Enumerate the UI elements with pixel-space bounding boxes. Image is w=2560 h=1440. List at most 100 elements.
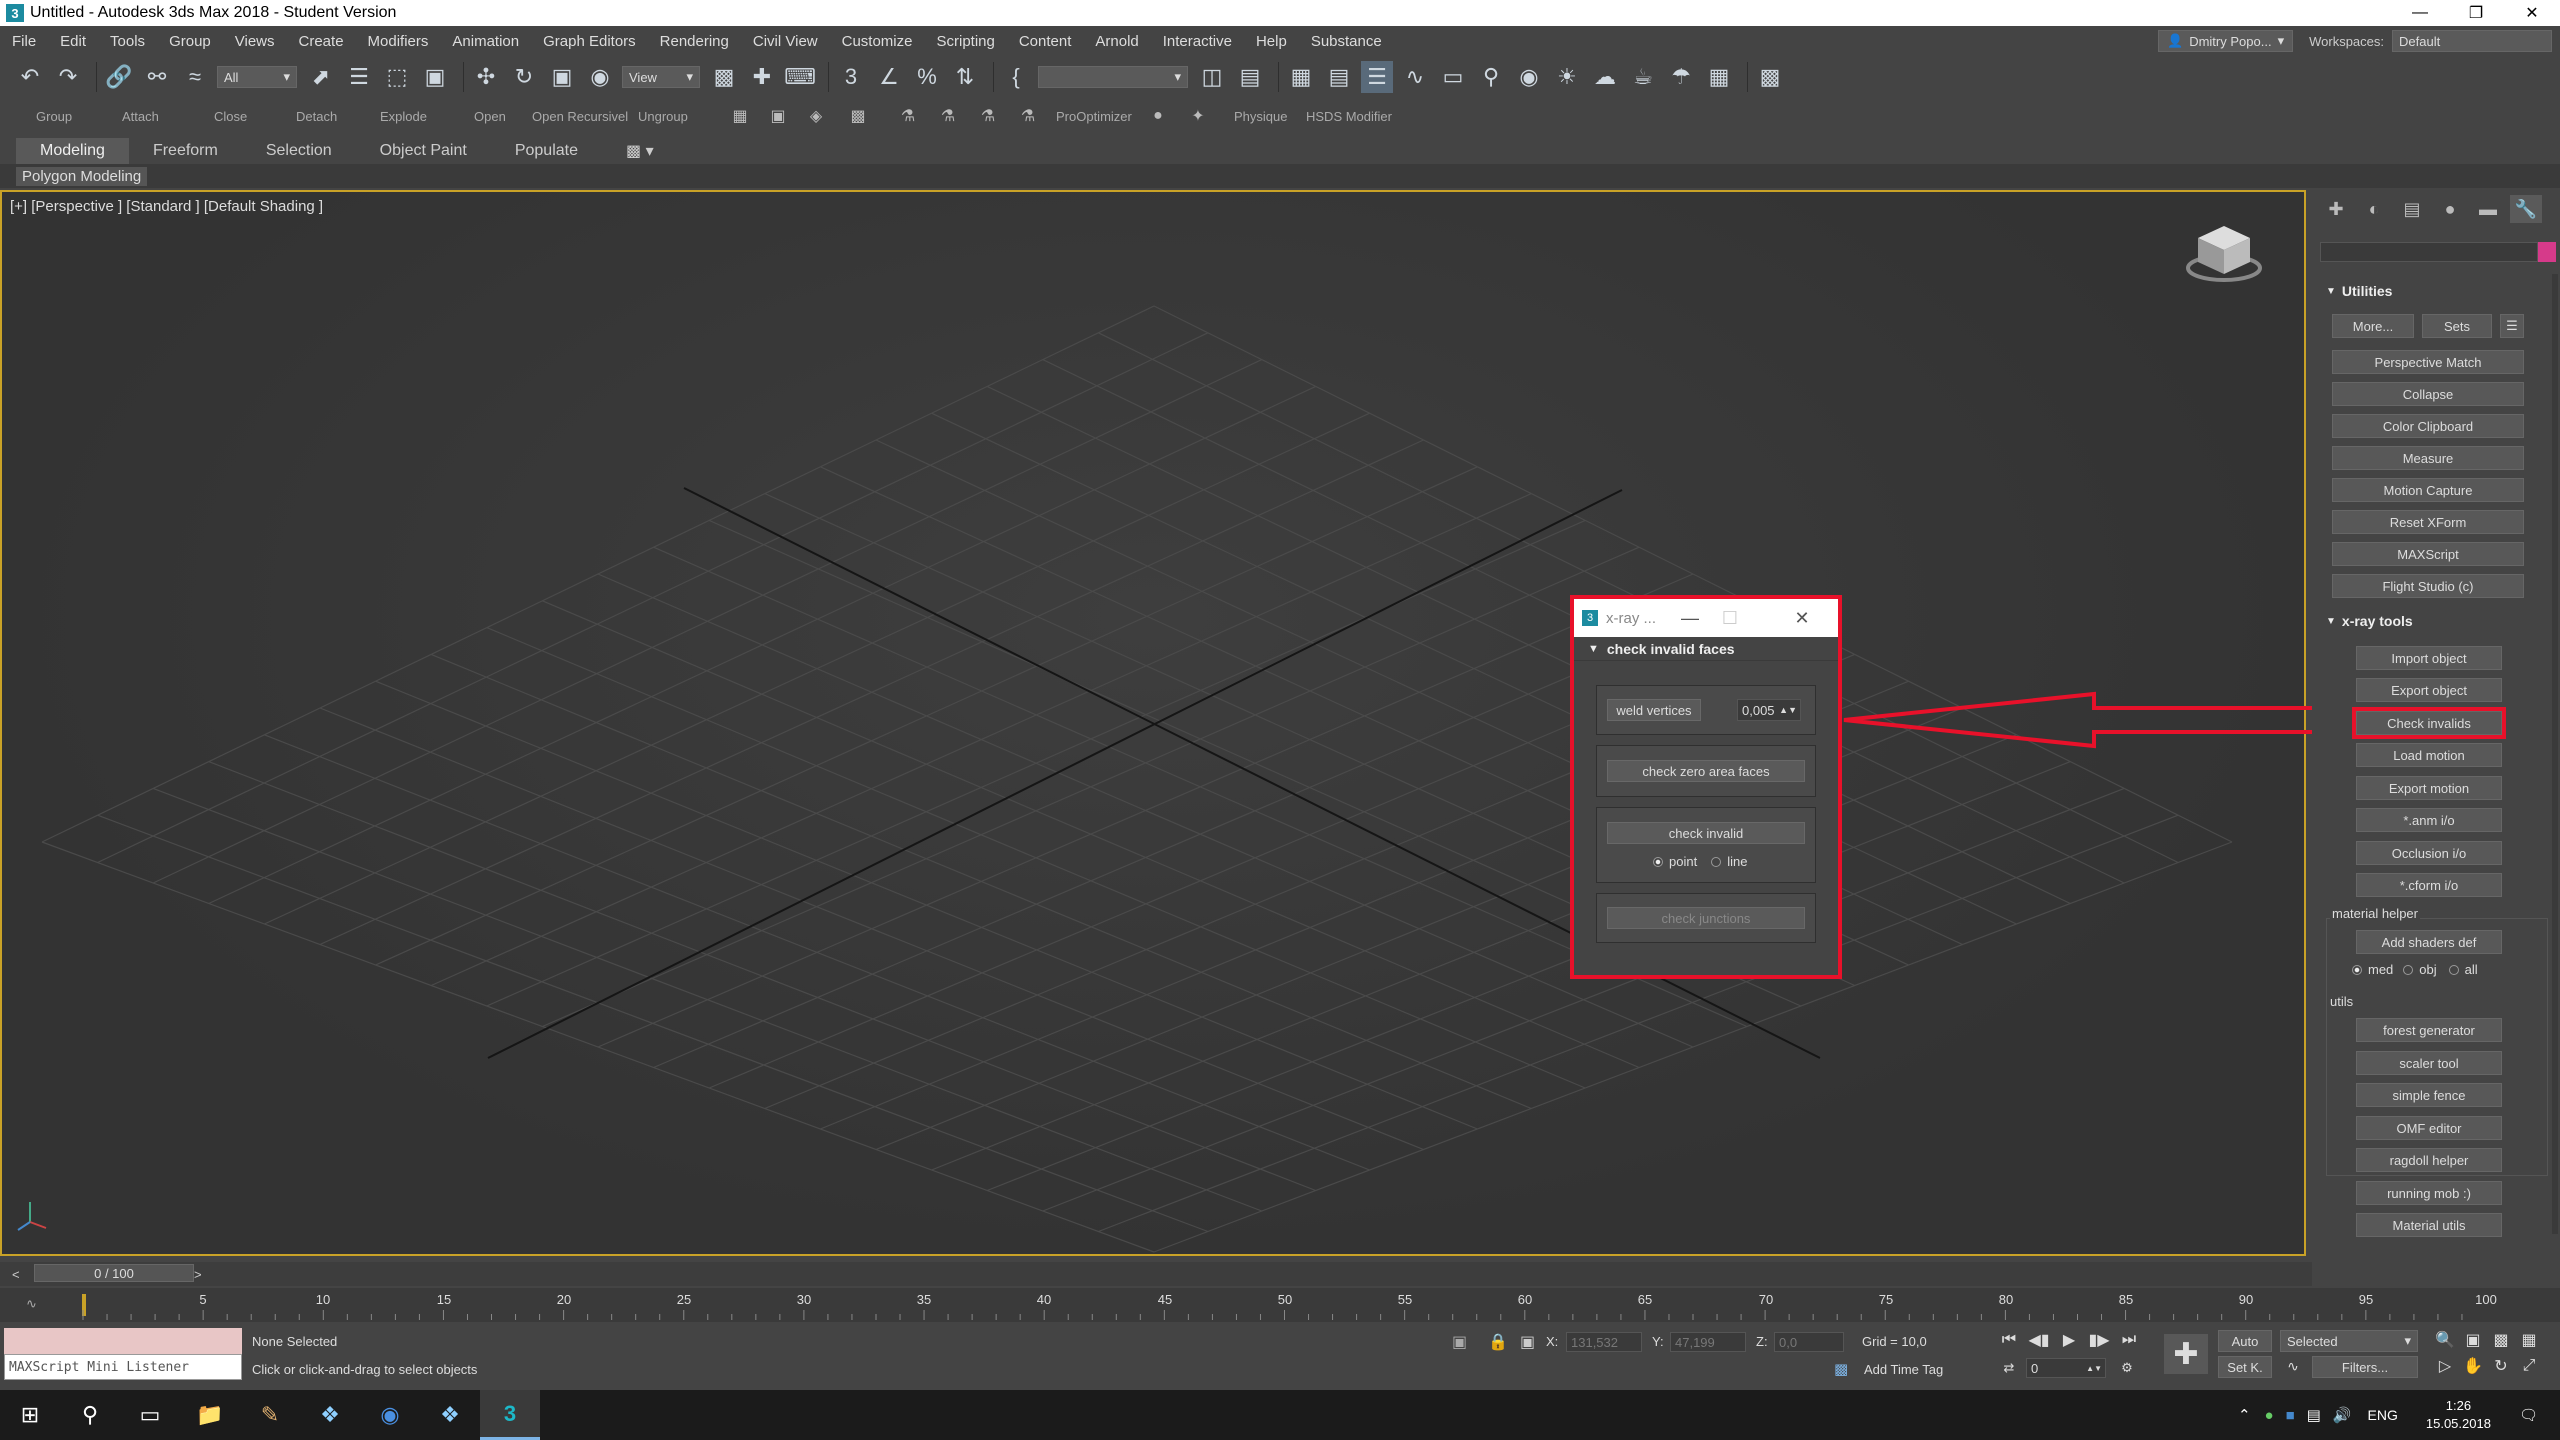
open-command[interactable]: Open: [474, 109, 506, 124]
modify-tab-icon[interactable]: ◐: [2358, 195, 2390, 223]
menu-arnold[interactable]: Arnold: [1083, 33, 1150, 50]
network-icon[interactable]: ▤: [2307, 1406, 2321, 1424]
spinner-arrows-icon[interactable]: ▲▼: [1779, 705, 1797, 715]
tab-modeling[interactable]: Modeling: [16, 138, 129, 164]
placement-icon[interactable]: ◉: [584, 61, 616, 93]
percent-snap-icon[interactable]: %: [911, 61, 943, 93]
tree-icon[interactable]: ⚗: [896, 104, 920, 128]
radio-obj[interactable]: [2403, 964, 2414, 975]
forest-generator-button[interactable]: forest generator: [2356, 1018, 2502, 1042]
maxscript-button[interactable]: MAXScript: [2332, 542, 2524, 566]
keyboard-shortcut-icon[interactable]: ⌨: [784, 61, 816, 93]
rendered-frame-icon[interactable]: ☁: [1589, 61, 1621, 93]
check-invalid-button[interactable]: check invalid: [1607, 822, 1805, 844]
utilities-rollout-header[interactable]: ▼ Utilities: [2318, 280, 2554, 302]
menu-create[interactable]: Create: [287, 33, 356, 50]
select-object-icon[interactable]: ⬈: [305, 61, 337, 93]
menu-animation[interactable]: Animation: [440, 33, 531, 50]
xray-dialog-titlebar[interactable]: 3 x-ray ... — ☐ ✕: [1574, 599, 1838, 637]
menu-scripting[interactable]: Scripting: [924, 33, 1006, 50]
close-button[interactable]: ✕: [2504, 0, 2560, 26]
zoom-all-icon[interactable]: ▣: [2460, 1328, 2486, 1352]
app-feather-icon[interactable]: ❖: [300, 1390, 360, 1440]
hsds-modifier-command[interactable]: HSDS Modifier: [1306, 109, 1392, 124]
ungroup-command[interactable]: Ungroup: [638, 109, 688, 124]
export-motion-button[interactable]: Export motion: [2356, 776, 2502, 800]
auto-key-button[interactable]: Auto: [2218, 1330, 2272, 1352]
hierarchy-tab-icon[interactable]: ▤: [2396, 195, 2428, 223]
tab-populate[interactable]: Populate: [491, 138, 602, 164]
user-account-dropdown[interactable]: 👤 Dmitry Popo... ▾: [2158, 30, 2294, 52]
tray-app-icon[interactable]: ■: [2286, 1407, 2295, 1424]
ribbon-toggle-icon[interactable]: ☰: [1361, 61, 1393, 93]
radio-line[interactable]: [1711, 856, 1722, 867]
align-icon[interactable]: ▤: [1234, 61, 1266, 93]
key-filter-dropdown[interactable]: Selected ▾: [2280, 1330, 2418, 1352]
material-editor-icon[interactable]: ◉: [1513, 61, 1545, 93]
y-coordinate-field[interactable]: 47,199: [1670, 1332, 1746, 1352]
simple-fence-button[interactable]: simple fence: [2356, 1083, 2502, 1107]
menu-modifiers[interactable]: Modifiers: [356, 33, 441, 50]
menu-edit[interactable]: Edit: [48, 33, 98, 50]
task-view-icon[interactable]: ▭: [120, 1390, 180, 1440]
render-online-icon[interactable]: ☂: [1665, 61, 1697, 93]
object-name-field[interactable]: [2320, 242, 2538, 262]
maxscript-input[interactable]: MAXScript Mini Listener: [4, 1354, 242, 1380]
scaler-tool-button[interactable]: scaler tool: [2356, 1051, 2502, 1075]
radio-point[interactable]: [1653, 856, 1663, 867]
viewcube-icon[interactable]: [2184, 220, 2264, 286]
photoshop-icon[interactable]: ✎: [240, 1390, 300, 1440]
menu-civil-view[interactable]: Civil View: [741, 33, 830, 50]
perspective-match-button[interactable]: Perspective Match: [2332, 350, 2524, 374]
sets-button[interactable]: Sets: [2422, 314, 2492, 338]
set-key-big-icon[interactable]: ✚: [2164, 1334, 2208, 1374]
clock[interactable]: 1:26 15.05.2018: [2426, 1397, 2491, 1433]
tree-icon[interactable]: ⚗: [976, 104, 1000, 128]
group-command[interactable]: Group: [36, 109, 72, 124]
select-by-name-icon[interactable]: ☰: [343, 61, 375, 93]
menu-group[interactable]: Group: [157, 33, 223, 50]
xray-dialog[interactable]: 3 x-ray ... — ☐ ✕ ▼ check invalid faces …: [1570, 595, 1842, 979]
open-recursively-command[interactable]: Open Recursivel: [532, 109, 628, 124]
scene-explorer-icon[interactable]: ▦: [1285, 61, 1317, 93]
track-bar[interactable]: ∿ 5 10 15 20 25 30 35 40 45 50 55 60 65 …: [0, 1288, 2560, 1322]
chevron-right-icon[interactable]: >: [194, 1267, 202, 1282]
tree-icon[interactable]: ⚗: [1016, 104, 1040, 128]
minimize-button[interactable]: —: [2392, 0, 2448, 26]
menu-substance[interactable]: Substance: [1299, 33, 1394, 50]
bind-spacewarp-icon[interactable]: ≈: [179, 61, 211, 93]
anm-io-button[interactable]: *.anm i/o: [2356, 808, 2502, 832]
minimize-button[interactable]: —: [1672, 599, 1708, 637]
zoom-extents-icon[interactable]: ▩: [2488, 1328, 2514, 1352]
reference-coord-dropdown[interactable]: View ▾: [622, 66, 700, 88]
link-icon[interactable]: 🔗: [103, 61, 135, 93]
menu-graph-editors[interactable]: Graph Editors: [531, 33, 648, 50]
rotate-icon[interactable]: ↻: [508, 61, 540, 93]
current-frame-field[interactable]: 0 ▲▼: [2026, 1358, 2106, 1378]
next-frame-icon[interactable]: ▮▶: [2086, 1328, 2112, 1352]
unlink-icon[interactable]: ⚯: [141, 61, 173, 93]
key-mode-icon[interactable]: ⇄: [1996, 1356, 2022, 1380]
sphere-icon[interactable]: ●: [1146, 104, 1170, 128]
absolute-mode-icon[interactable]: ▣: [1520, 1332, 1535, 1352]
x-coordinate-field[interactable]: 131,532: [1566, 1332, 1642, 1352]
chevron-up-icon[interactable]: ⌃: [2238, 1406, 2251, 1424]
maximize-viewport-icon[interactable]: ⤢: [2516, 1354, 2542, 1378]
file-explorer-icon[interactable]: 📁: [180, 1390, 240, 1440]
export-object-button[interactable]: Export object: [2356, 678, 2502, 702]
orbit-icon[interactable]: ↻: [2488, 1354, 2514, 1378]
play-icon[interactable]: ▶: [2056, 1328, 2082, 1352]
time-slider-thumb[interactable]: 0 / 100: [34, 1264, 194, 1282]
zoom-extents-all-icon[interactable]: ▦: [2516, 1328, 2542, 1352]
tab-freeform[interactable]: Freeform: [129, 138, 242, 164]
load-motion-button[interactable]: Load motion: [2356, 743, 2502, 767]
window-crossing-icon[interactable]: ▣: [419, 61, 451, 93]
add-time-tag[interactable]: Add Time Tag: [1864, 1362, 1943, 1377]
utilities-tab-icon[interactable]: 🔧: [2510, 195, 2542, 223]
menu-file[interactable]: File: [0, 33, 48, 50]
scale-icon[interactable]: ▣: [546, 61, 578, 93]
motion-capture-button[interactable]: Motion Capture: [2332, 478, 2524, 502]
render-window-icon[interactable]: ▩: [1754, 61, 1786, 93]
curve-editor-icon[interactable]: ∿: [1399, 61, 1431, 93]
collapse-button[interactable]: Collapse: [2332, 382, 2524, 406]
